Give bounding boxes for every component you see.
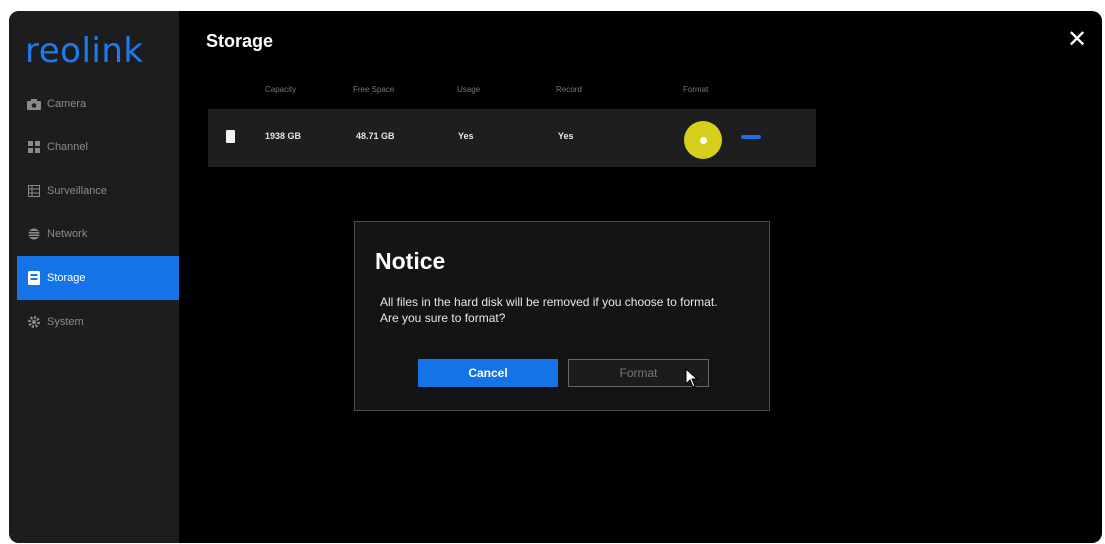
sidebar-item-camera[interactable]: Camera xyxy=(17,84,179,124)
column-header-capacity: Capacity xyxy=(265,85,297,94)
record-value: Yes xyxy=(558,131,574,141)
hard-disk-icon xyxy=(226,130,235,143)
camera-icon xyxy=(27,98,41,110)
click-indicator-icon xyxy=(699,136,707,144)
free-space-value: 48.71 GB xyxy=(356,131,395,141)
sidebar-item-label: Channel xyxy=(47,141,88,153)
sidebar-item-label: System xyxy=(47,316,84,328)
column-header-free-space: Free Space xyxy=(353,85,395,94)
sidebar-item-label: Storage xyxy=(47,272,86,284)
mouse-cursor-icon xyxy=(685,368,699,388)
more-link[interactable] xyxy=(741,135,761,139)
format-button[interactable] xyxy=(684,121,722,159)
notice-dialog: Notice All files in the hard disk will b… xyxy=(354,221,770,411)
sidebar-item-channel[interactable]: Channel xyxy=(17,127,179,167)
column-header-record: Record xyxy=(556,85,582,94)
capacity-value: 1938 GB xyxy=(265,131,302,141)
close-icon[interactable]: ✕ xyxy=(1064,27,1090,53)
usage-value: Yes xyxy=(458,131,474,141)
sidebar-item-storage[interactable]: Storage xyxy=(17,256,179,300)
sidebar-item-label: Camera xyxy=(47,98,87,110)
sidebar: reolink Camera Channel Surveillance Netw… xyxy=(9,11,179,543)
sidebar-item-label: Network xyxy=(47,228,88,240)
dialog-title: Notice xyxy=(375,248,446,274)
network-icon xyxy=(27,228,41,240)
storage-icon xyxy=(27,271,41,285)
gear-icon xyxy=(27,316,41,328)
sidebar-item-network[interactable]: Network xyxy=(17,214,179,254)
app-window: reolink Camera Channel Surveillance Netw… xyxy=(9,11,1102,543)
cancel-button[interactable]: Cancel xyxy=(418,359,558,387)
page-title: Storage xyxy=(206,31,274,51)
column-header-format: Format xyxy=(683,85,709,94)
channel-icon xyxy=(27,141,41,153)
sidebar-item-surveillance[interactable]: Surveillance xyxy=(17,171,179,211)
table-row: 1938 GB 48.71 GB Yes Yes xyxy=(208,109,816,167)
dialog-message: All files in the hard disk will be remov… xyxy=(380,295,718,325)
reolink-logo: reolink xyxy=(25,31,144,71)
surveillance-icon xyxy=(27,185,41,197)
sidebar-item-system[interactable]: System xyxy=(17,302,179,342)
column-header-usage: Usage xyxy=(457,85,481,94)
sidebar-item-label: Surveillance xyxy=(47,185,107,197)
